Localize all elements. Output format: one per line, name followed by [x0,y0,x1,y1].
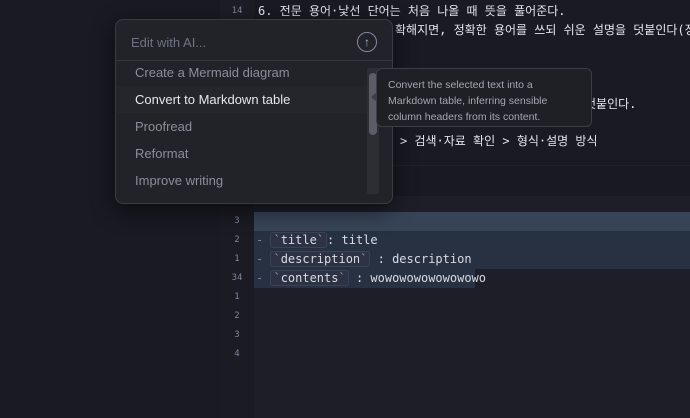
ai-edit-popup: Edit with AI... ↑ Create a Mermaid diagr… [115,19,393,204]
menu-item-markdown-table[interactable]: Convert to Markdown table [116,86,370,113]
code-line: - `contents` : wowowowowowowowo [256,270,486,286]
line-number: 3 [234,330,240,340]
line-number: 2 [234,235,240,245]
code-line: - `description` : description [256,251,472,267]
line-number: 1 [234,292,240,302]
send-button[interactable]: ↑ [357,32,377,52]
list-dash: - [256,233,271,247]
editor-line: > 검색·자료 확인 > 형식·설명 방식 [400,134,598,148]
selection-highlight [254,212,690,231]
menu-item-mermaid[interactable]: Create a Mermaid diagram [116,59,370,86]
line-number: 2 [234,311,240,321]
inline-code: `description` [270,251,371,267]
list-dash: - [256,252,271,266]
editor-line: 확해지면, 정확한 용어를 쓰되 쉬운 설명을 덧붙인다(정 [395,23,690,37]
inline-code: `title` [270,232,328,248]
line-number: 4 [234,349,240,359]
menu-item-reformat[interactable]: Reformat [116,140,370,167]
tooltip: Convert the selected text into a Markdow… [376,68,592,127]
line-number: 1 [234,254,240,264]
arrow-up-icon: ↑ [364,35,370,49]
ai-prompt-input[interactable]: Edit with AI... [131,35,206,50]
menu-item-improve-writing[interactable]: Improve writing [116,167,370,194]
code-line: - `title`: title [256,232,378,248]
list-dash: - [256,271,271,285]
line-number: 34 [231,273,243,283]
line-number: 3 [234,216,240,226]
inline-code: `contents` [270,270,349,286]
menu-item-proofread[interactable]: Proofread [116,113,370,140]
editor-line: 덧붙인다. [585,97,637,111]
app-window: 14 6. 전문 용어·낯선 단어는 처음 나올 때 뜻을 풀어준다. 확해지면… [0,0,690,418]
